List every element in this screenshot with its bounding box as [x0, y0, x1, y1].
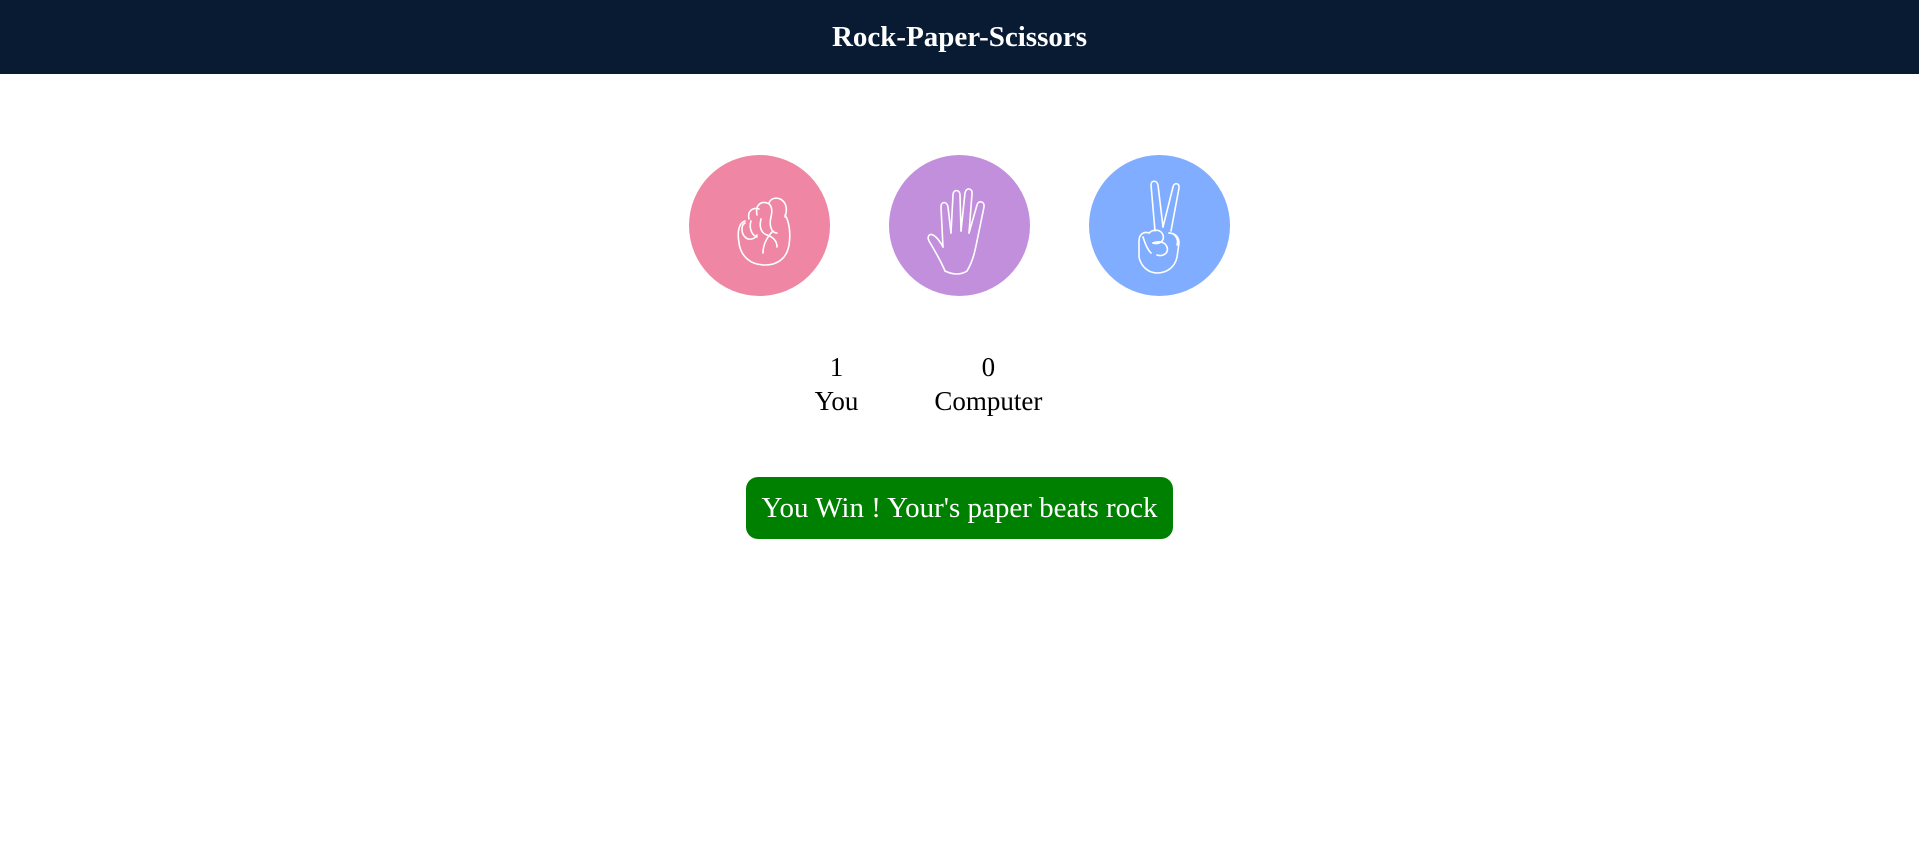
user-score-value: 1	[829, 352, 844, 382]
open-hand-icon	[926, 187, 985, 275]
user-score: 1 You	[815, 350, 859, 418]
scissors-choice-button[interactable]	[1089, 155, 1230, 296]
choices-container	[0, 155, 1919, 296]
computer-score: 0 Computer	[934, 350, 1042, 418]
page-title: Rock-Paper-Scissors	[831, 20, 1088, 53]
header-bar: Rock-Paper-Scissors	[0, 0, 1919, 74]
result-message: You Win ! Your's paper beats rock	[746, 477, 1173, 539]
fist-icon	[736, 196, 791, 266]
computer-score-label: Computer	[934, 386, 1043, 416]
paper-choice-button[interactable]	[889, 155, 1030, 296]
user-score-label: You	[814, 386, 859, 416]
message-container: You Win ! Your's paper beats rock	[0, 477, 1919, 539]
rock-choice-button[interactable]	[689, 155, 830, 296]
score-board: 1 You 0 Computer	[0, 350, 1919, 418]
peace-hand-icon	[1137, 179, 1180, 274]
computer-score-value: 0	[981, 352, 996, 382]
